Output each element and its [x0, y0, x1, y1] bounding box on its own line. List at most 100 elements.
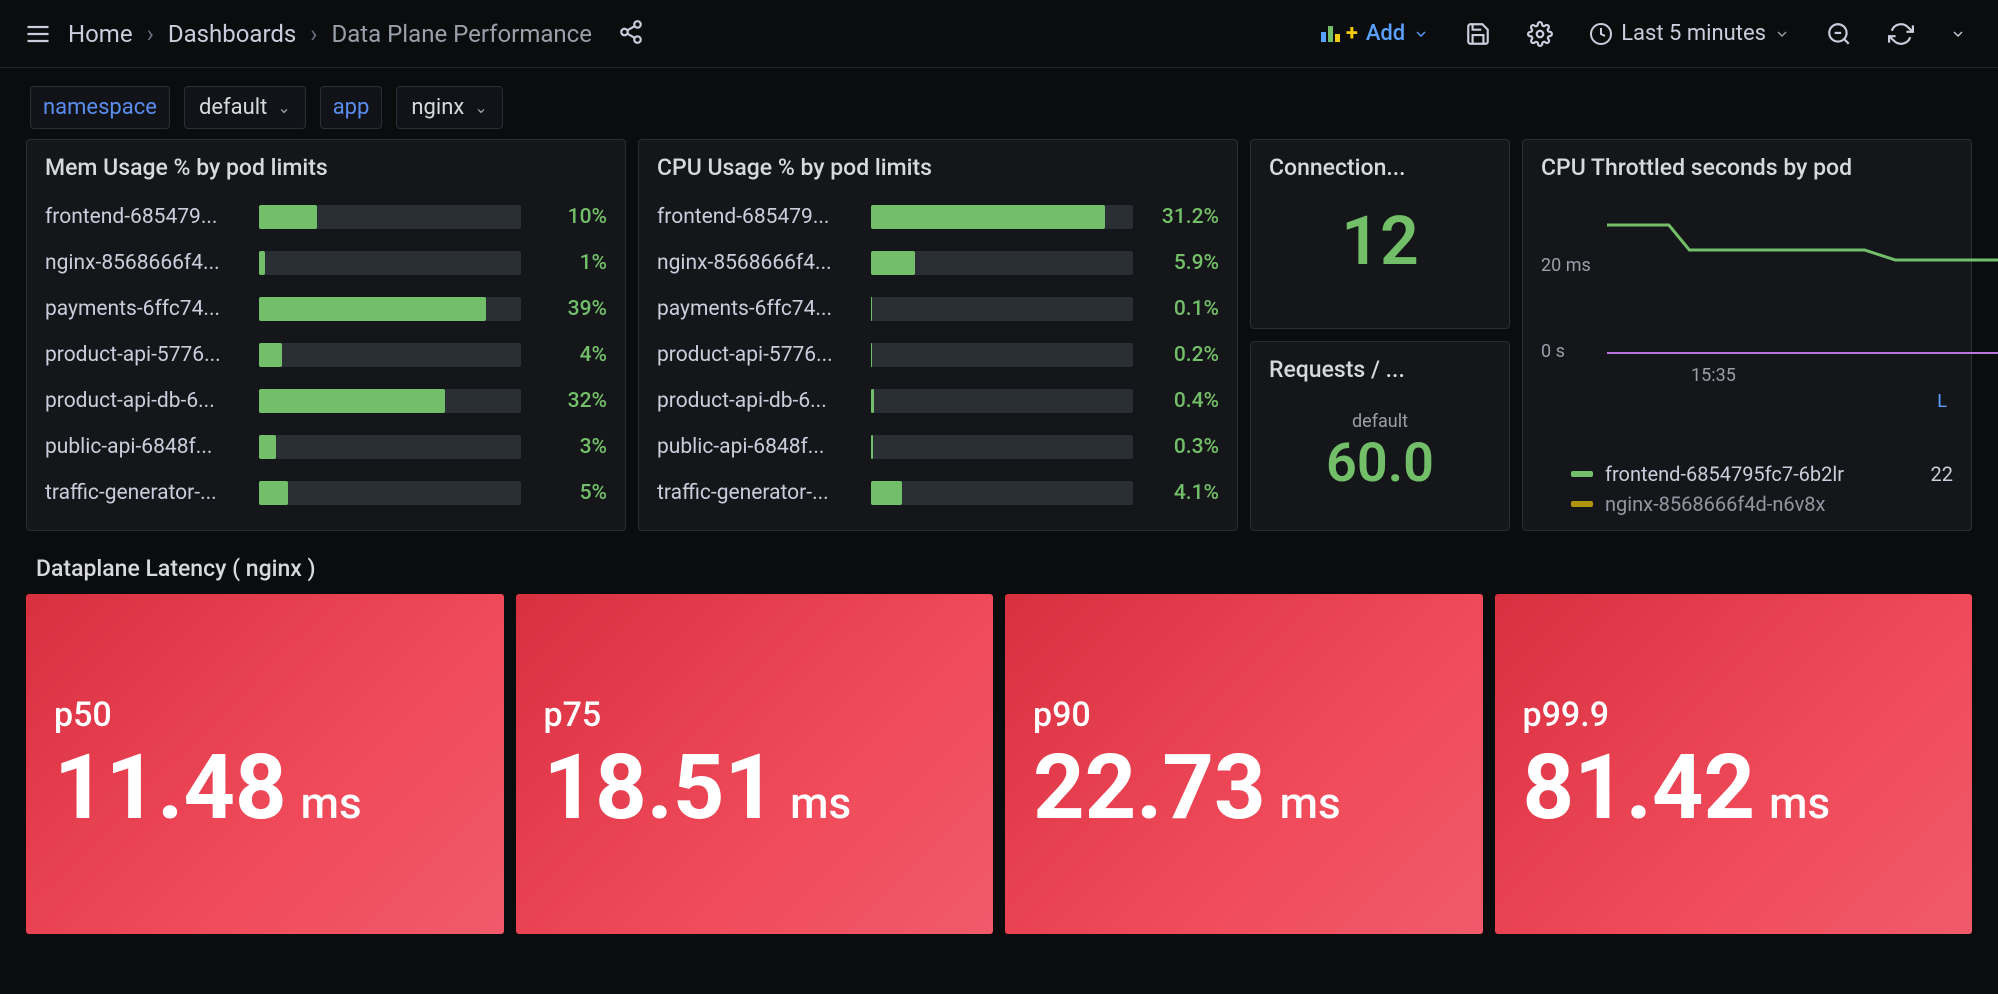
bar-row: payments-6ffc74... 0.1% [657, 286, 1219, 332]
bar-value: 0.4% [1147, 389, 1219, 413]
breadcrumb-sep: › [147, 20, 154, 48]
bar-fill [871, 389, 874, 413]
panel-latency-p50[interactable]: p50 11.48ms [26, 594, 504, 934]
breadcrumb: Home › Dashboards › Data Plane Performan… [68, 20, 592, 48]
bar-label: traffic-generator-... [45, 481, 245, 505]
bar-label: product-api-db-6... [657, 389, 857, 413]
bar-track [871, 297, 1133, 321]
bar-value: 39% [535, 297, 607, 321]
panel-title: Mem Usage % by pod limits [45, 154, 607, 180]
panel-title: CPU Usage % by pod limits [657, 154, 1219, 180]
bar-label: product-api-5776... [45, 343, 245, 367]
bar-value: 1% [535, 251, 607, 275]
add-panel-icon [1321, 26, 1340, 42]
chevron-down-icon: ⌄ [277, 98, 290, 117]
legend-item[interactable]: frontend-6854795fc7-6b2lr 22 [1571, 462, 1953, 486]
panel-latency-p999[interactable]: p99.9 81.42ms [1495, 594, 1973, 934]
stat-value: 12 [1341, 201, 1419, 281]
bar-label: nginx-8568666f4... [657, 251, 857, 275]
chart-line-frontend [1607, 195, 1998, 365]
timerange-label: Last 5 minutes [1621, 21, 1766, 46]
breadcrumb-current[interactable]: Data Plane Performance [332, 20, 592, 48]
add-label: Add [1366, 21, 1405, 46]
bar-value: 32% [535, 389, 607, 413]
panel-latency-p75[interactable]: p75 18.51ms [516, 594, 994, 934]
share-button[interactable] [618, 19, 644, 49]
save-button[interactable] [1453, 12, 1503, 56]
latency-label: p99.9 [1523, 695, 1945, 735]
panel-latency-p90[interactable]: p90 22.73ms [1005, 594, 1483, 934]
refresh-button[interactable] [1876, 12, 1926, 56]
bar-track [259, 435, 521, 459]
bar-row: traffic-generator-... 5% [45, 470, 607, 516]
chevron-down-icon [1774, 26, 1790, 42]
latency-label: p50 [54, 695, 476, 735]
add-button[interactable]: + Add [1309, 12, 1441, 56]
var-value: default [199, 95, 267, 120]
var-select-app[interactable]: nginx ⌄ [396, 86, 502, 129]
bar-fill [871, 435, 873, 459]
bar-track [871, 435, 1133, 459]
plus-icon: + [1346, 21, 1358, 46]
bar-fill [259, 251, 265, 275]
section-title-latency: Dataplane Latency ( nginx ) [0, 531, 1998, 594]
refresh-interval-button[interactable] [1938, 12, 1978, 56]
panel-title: Requests / ... [1269, 356, 1405, 383]
bar-value: 5% [535, 481, 607, 505]
topbar: Home › Dashboards › Data Plane Performan… [0, 0, 1998, 68]
bar-track [871, 481, 1133, 505]
var-select-namespace[interactable]: default ⌄ [184, 86, 306, 129]
latency-label: p75 [544, 695, 966, 735]
bar-track [871, 389, 1133, 413]
bar-row: product-api-db-6... 0.4% [657, 378, 1219, 424]
panel-cpu-usage[interactable]: CPU Usage % by pod limits frontend-68547… [638, 139, 1238, 531]
latency-value: 81.42 [1523, 743, 1756, 833]
bar-value: 0.1% [1147, 297, 1219, 321]
latency-row: p50 11.48ms p75 18.51ms p90 22.73ms p99.… [0, 594, 1998, 934]
bar-track [259, 297, 521, 321]
bar-fill [871, 251, 915, 275]
bar-track [259, 251, 521, 275]
panel-cpu-throttled[interactable]: CPU Throttled seconds by pod 20 ms 0 s 1… [1522, 139, 1972, 531]
legend-swatch [1571, 471, 1593, 477]
breadcrumb-home[interactable]: Home [68, 20, 133, 48]
menu-button[interactable] [20, 16, 56, 52]
legend-item[interactable]: nginx-8568666f4d-n6v8x [1571, 492, 1953, 516]
variable-row: namespace default ⌄ app nginx ⌄ [0, 68, 1998, 139]
bar-label: payments-6ffc74... [657, 297, 857, 321]
settings-button[interactable] [1515, 12, 1565, 56]
bar-label: frontend-685479... [657, 205, 857, 229]
panel-connections[interactable]: Connection... 12 [1250, 139, 1510, 329]
panel-mem-usage[interactable]: Mem Usage % by pod limits frontend-68547… [26, 139, 626, 531]
bar-row: traffic-generator-... 4.1% [657, 470, 1219, 516]
zoom-out-icon [1826, 21, 1852, 47]
bar-label: nginx-8568666f4... [45, 251, 245, 275]
save-icon [1465, 21, 1491, 47]
bar-track [259, 205, 521, 229]
chart-legend-letter: L [1937, 391, 1947, 412]
bar-row: product-api-5776... 4% [45, 332, 607, 378]
legend-label: frontend-6854795fc7-6b2lr [1605, 462, 1844, 486]
refresh-icon [1888, 21, 1914, 47]
y-tick: 20 ms [1541, 255, 1591, 276]
latency-value: 22.73 [1033, 743, 1266, 833]
share-icon [618, 19, 644, 45]
stat-value: 60.0 [1326, 432, 1434, 495]
bar-row: product-api-db-6... 32% [45, 378, 607, 424]
panels-top: Mem Usage % by pod limits frontend-68547… [0, 139, 1998, 531]
legend-swatch [1571, 501, 1593, 507]
bar-fill [259, 205, 317, 229]
clock-icon [1589, 22, 1613, 46]
breadcrumb-dashboards[interactable]: Dashboards [168, 20, 296, 48]
panel-requests[interactable]: Requests / ... default 60.0 [1250, 341, 1510, 531]
bar-fill [871, 481, 902, 505]
latency-unit: ms [790, 781, 851, 825]
legend-label: nginx-8568666f4d-n6v8x [1605, 492, 1825, 516]
bar-value: 4.1% [1147, 481, 1219, 505]
bar-track [259, 481, 521, 505]
timerange-picker[interactable]: Last 5 minutes [1577, 12, 1802, 56]
zoom-out-button[interactable] [1814, 12, 1864, 56]
bar-label: traffic-generator-... [657, 481, 857, 505]
latency-unit: ms [301, 781, 362, 825]
chevron-down-icon [1413, 26, 1429, 42]
